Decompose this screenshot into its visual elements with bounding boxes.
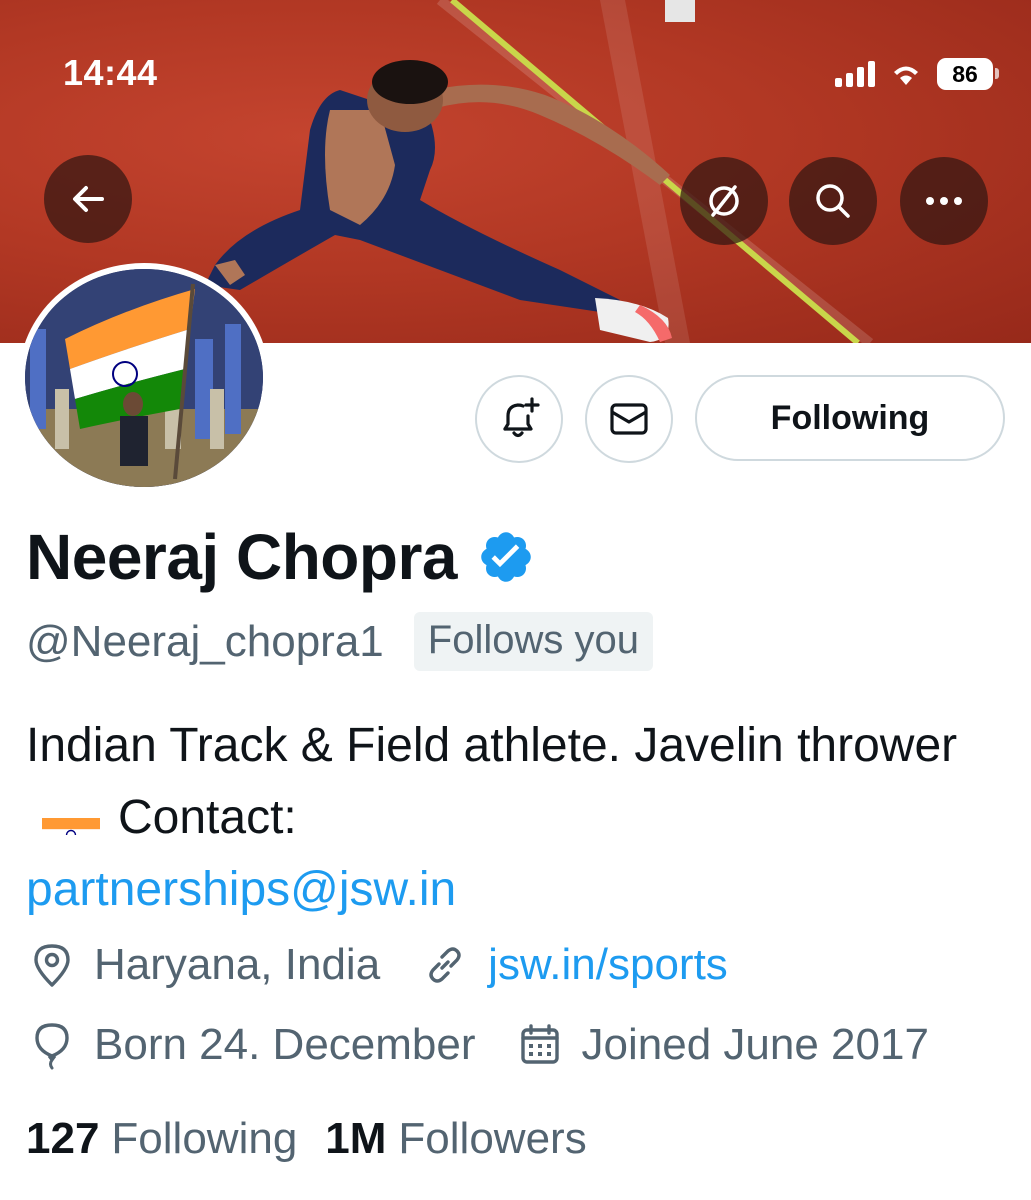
followers-stat-label: Followers xyxy=(398,1114,587,1163)
notifications-button[interactable] xyxy=(475,375,563,463)
location-text: Haryana, India xyxy=(94,940,381,989)
joined-item: Joined June 2017 xyxy=(518,1020,929,1070)
status-indicators: 86 xyxy=(835,58,999,90)
cellular-signal-icon xyxy=(835,61,875,87)
verified-badge-icon[interactable] xyxy=(477,528,535,586)
profile-bio: Indian Track & Field athlete. Javelin th… xyxy=(26,710,1006,926)
birthday-item: Born 24. December xyxy=(30,1020,476,1070)
link-icon xyxy=(429,947,461,983)
status-time: 14:44 xyxy=(63,52,158,93)
balloon-icon xyxy=(35,1023,69,1070)
profile-handle: @Neeraj_chopra1 xyxy=(26,616,384,666)
battery-indicator: 86 xyxy=(937,58,999,90)
message-button[interactable] xyxy=(585,375,673,463)
avatar-photo xyxy=(25,269,263,487)
search-button[interactable] xyxy=(789,157,877,245)
profile-name-row: Neeraj Chopra xyxy=(26,520,535,594)
more-button[interactable] xyxy=(900,157,988,245)
india-flag-emoji xyxy=(42,801,100,835)
more-icon xyxy=(926,197,962,205)
mute-button[interactable] xyxy=(680,157,768,245)
back-button[interactable] xyxy=(44,155,132,243)
location-item: Haryana, India xyxy=(30,940,380,990)
website-item[interactable]: jsw.in/sports xyxy=(422,940,728,990)
location-pin-icon xyxy=(34,944,70,987)
bio-contact-label: Contact: xyxy=(118,791,297,844)
profile-avatar[interactable] xyxy=(19,263,269,493)
wifi-icon xyxy=(894,66,918,85)
calendar-icon xyxy=(520,1024,559,1064)
following-count: 127 xyxy=(26,1114,100,1163)
bio-text: Indian Track & Field athlete. Javelin th… xyxy=(26,719,958,772)
back-arrow-icon xyxy=(73,186,104,212)
handle-row: @Neeraj_chopra1 Follows you xyxy=(26,612,653,671)
following-stat-label: Following xyxy=(111,1114,298,1163)
profile-meta-row-dates: Born 24. December Joined June 2017 xyxy=(30,1020,929,1070)
profile-meta-row: Haryana, India jsw.in/sports xyxy=(30,940,728,990)
profile-name: Neeraj Chopra xyxy=(26,521,457,593)
birthday-text: Born 24. December xyxy=(94,1020,476,1069)
followers-stat[interactable]: 1M Followers xyxy=(325,1114,586,1164)
mail-icon xyxy=(610,403,648,435)
bio-email-link[interactable]: partnerships@jsw.in xyxy=(26,863,456,916)
website-link[interactable]: jsw.in/sports xyxy=(488,940,728,990)
notification-bell-icon xyxy=(503,397,540,438)
follow-stats: 127 Following 1M Followers xyxy=(26,1114,587,1164)
mute-icon xyxy=(709,185,739,217)
following-stat[interactable]: 127 Following xyxy=(26,1114,297,1164)
followers-count: 1M xyxy=(325,1114,387,1163)
joined-text: Joined June 2017 xyxy=(581,1020,929,1069)
following-button[interactable]: Following xyxy=(695,375,1005,461)
search-icon xyxy=(816,184,850,218)
follows-you-badge: Follows you xyxy=(413,612,653,671)
